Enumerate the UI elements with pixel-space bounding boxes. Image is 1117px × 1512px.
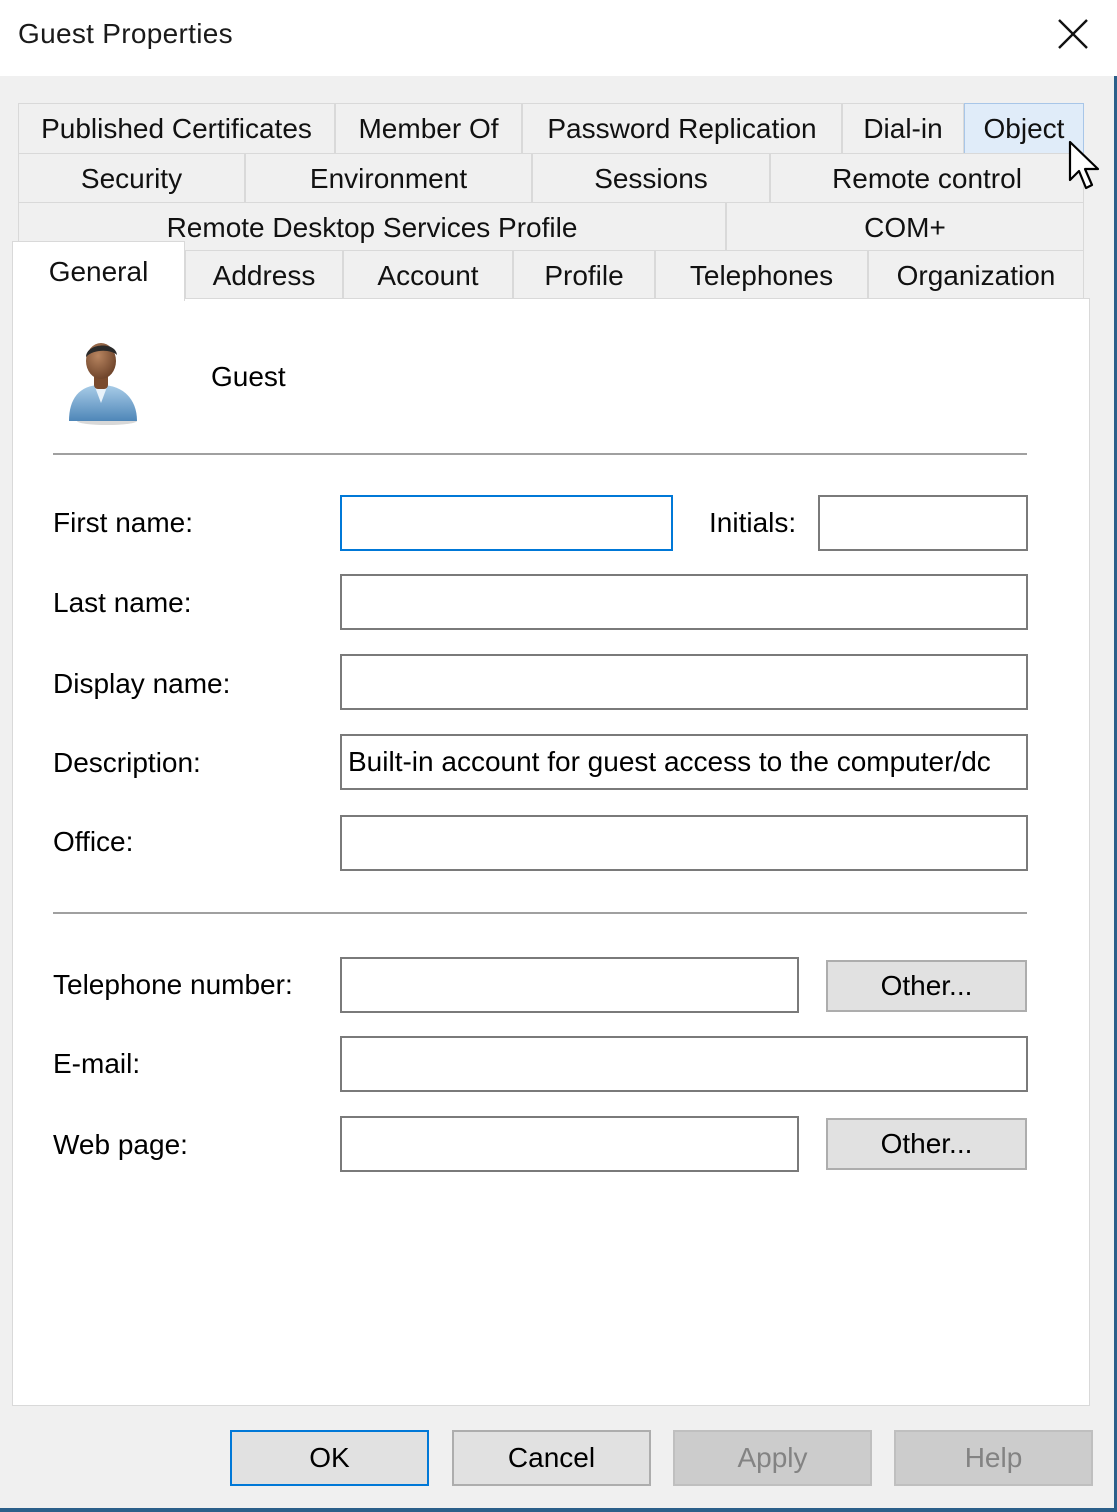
office-field[interactable] <box>340 815 1028 871</box>
tab-dial-in[interactable]: Dial-in <box>842 103 964 153</box>
display-name-label: Display name: <box>53 668 231 699</box>
telephone-number-label: Telephone number: <box>53 969 293 1000</box>
web-page-label: Web page: <box>53 1129 188 1160</box>
tab-sessions[interactable]: Sessions <box>532 153 770 203</box>
tab-object[interactable]: Object <box>964 103 1084 153</box>
description-label: Description: <box>53 747 201 778</box>
window-title: Guest Properties <box>18 18 233 49</box>
apply-button[interactable]: Apply <box>673 1430 872 1486</box>
last-name-label: Last name: <box>53 587 192 618</box>
window-border <box>0 1508 1117 1512</box>
tab-organization[interactable]: Organization <box>868 250 1084 300</box>
title-bar: Guest Properties <box>0 0 1117 76</box>
office-label: Office: <box>53 826 134 857</box>
tab-account[interactable]: Account <box>343 250 513 300</box>
initials-field[interactable] <box>818 495 1028 551</box>
first-name-field[interactable] <box>340 495 673 551</box>
initials-label: Initials: <box>709 507 797 538</box>
general-tab-panel: Guest First name: Initials: Last name: D… <box>12 298 1090 1406</box>
tab-profile[interactable]: Profile <box>513 250 655 300</box>
email-label: E-mail: <box>53 1048 141 1079</box>
telephone-other-button[interactable]: Other... <box>826 960 1027 1012</box>
email-field[interactable] <box>340 1036 1028 1092</box>
last-name-field[interactable] <box>340 574 1028 630</box>
description-field[interactable] <box>340 734 1028 790</box>
tab-com-plus[interactable]: COM+ <box>726 202 1084 252</box>
tab-member-of[interactable]: Member Of <box>335 103 522 153</box>
web-page-field[interactable] <box>340 1116 799 1172</box>
tab-security[interactable]: Security <box>18 153 245 203</box>
tab-telephones[interactable]: Telephones <box>655 250 868 300</box>
tab-remote-control[interactable]: Remote control <box>770 153 1084 203</box>
separator <box>53 912 1027 915</box>
cancel-button[interactable]: Cancel <box>452 1430 651 1486</box>
mouse-pointer-icon <box>1068 140 1100 190</box>
user-icon <box>69 343 137 425</box>
ok-button[interactable]: OK <box>230 1430 429 1486</box>
close-button[interactable] <box>1040 6 1106 62</box>
tab-environment[interactable]: Environment <box>245 153 532 203</box>
close-icon <box>1058 19 1088 49</box>
first-name-label: First name: <box>53 507 194 538</box>
telephone-number-field[interactable] <box>340 957 799 1013</box>
tab-password-replication[interactable]: Password Replication <box>522 103 842 153</box>
tab-general[interactable]: General <box>12 241 185 301</box>
separator <box>53 453 1027 456</box>
tab-address[interactable]: Address <box>185 250 343 300</box>
web-page-other-button[interactable]: Other... <box>826 1118 1027 1170</box>
tab-published-certificates[interactable]: Published Certificates <box>18 103 335 153</box>
display-name-field[interactable] <box>340 654 1028 710</box>
user-display-name: Guest <box>211 361 286 392</box>
help-button[interactable]: Help <box>894 1430 1093 1486</box>
